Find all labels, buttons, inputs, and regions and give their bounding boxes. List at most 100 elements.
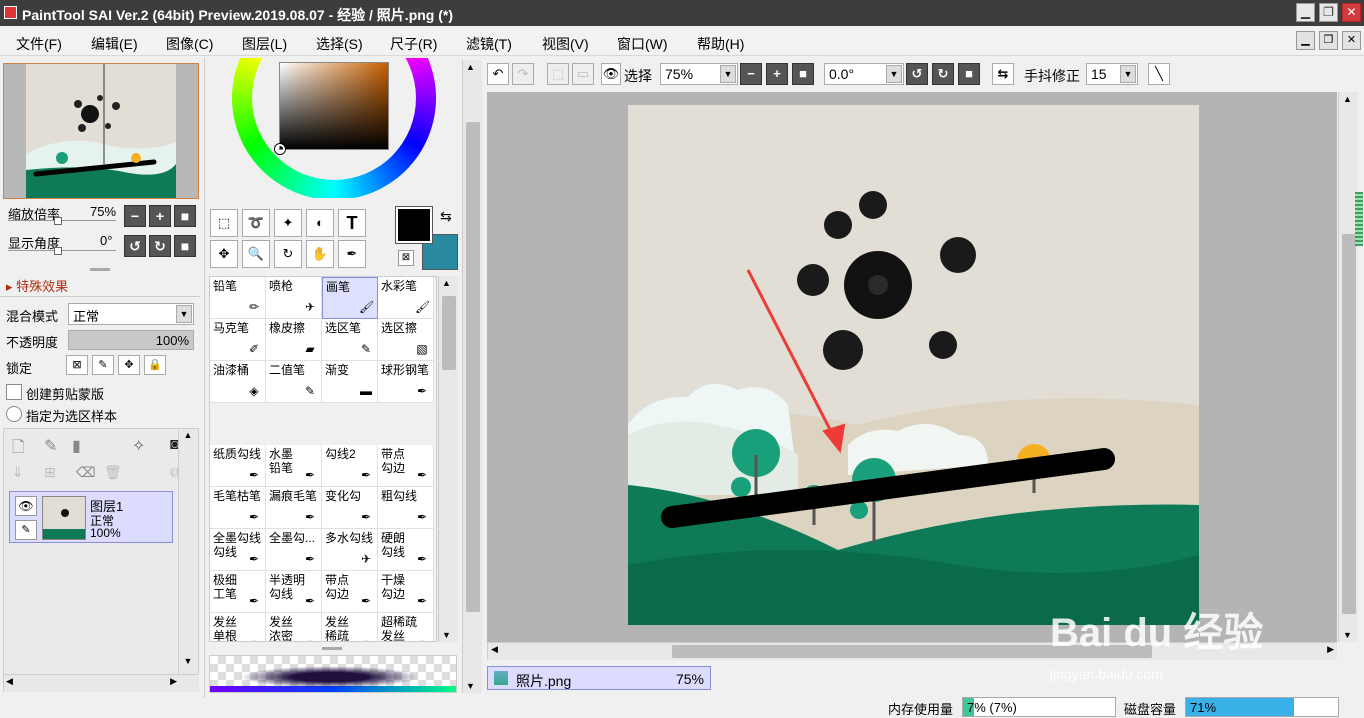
saturation-square[interactable] xyxy=(279,62,389,150)
brush-slot[interactable]: 干燥 勾边 ✒ xyxy=(378,571,434,613)
brush-slot[interactable]: 纸质勾线 ✒ xyxy=(210,445,266,487)
brush-slot[interactable]: 漏痕毛笔 ✒ xyxy=(266,487,322,529)
lock-all-icon[interactable]: 🔒 xyxy=(144,355,166,375)
brush-slot[interactable]: 渐变 ▬ xyxy=(322,361,378,403)
brush-slot[interactable] xyxy=(378,403,434,445)
lock-transparency-icon[interactable]: ⊠ xyxy=(66,355,88,375)
brush-scrollbar[interactable]: ▲ ▼ xyxy=(438,276,458,642)
menu-select[interactable]: 选择(S) xyxy=(316,34,363,54)
brush-slot[interactable]: 发丝 浓密 ✒ xyxy=(266,613,322,641)
brush-slot[interactable]: 毛笔枯笔 ✒ xyxy=(210,487,266,529)
brush-slot[interactable]: 水墨 铅笔 ✒ xyxy=(266,445,322,487)
angle-slider[interactable] xyxy=(8,250,116,251)
foreground-color-swatch[interactable] xyxy=(396,207,432,243)
rect-select-icon[interactable]: ⬚ xyxy=(210,209,238,237)
lock-paint-icon[interactable]: ✎ xyxy=(92,355,114,375)
scroll-right-icon[interactable]: ▶ xyxy=(170,676,177,687)
brush-slot[interactable]: 全墨勾线 勾线 ✒ xyxy=(210,529,266,571)
zoom-reset-button[interactable]: ■ xyxy=(174,205,196,227)
minimize-button[interactable]: ▁ xyxy=(1296,3,1315,22)
new-vector-layer-icon[interactable]: ✎ xyxy=(44,436,57,456)
brush-slot[interactable] xyxy=(322,403,378,445)
brush-slot[interactable]: 全墨勾... ✒ xyxy=(266,529,322,571)
hand-icon[interactable]: ✋ xyxy=(306,240,334,268)
brush-slot[interactable]: 带点 勾边 ✒ xyxy=(322,571,378,613)
brush-slot[interactable]: 马克笔 ✐ xyxy=(210,319,266,361)
layer-scrollbar[interactable]: ▲ ▼ xyxy=(178,430,197,674)
zoom-tool-icon[interactable]: 🔍 xyxy=(242,240,270,268)
brush-slot[interactable]: 半透明 勾线 ✒ xyxy=(266,571,322,613)
layer-hscrollbar[interactable]: ◀ ▶ xyxy=(3,674,199,692)
scroll-left-icon[interactable]: ◀ xyxy=(6,676,13,687)
scroll-down-icon[interactable]: ▼ xyxy=(181,656,195,672)
brush-slot[interactable]: 勾线2 ✒ xyxy=(322,445,378,487)
sample-radio[interactable] xyxy=(6,406,22,422)
lasso-icon[interactable]: ➰ xyxy=(242,209,270,237)
scroll-up-icon[interactable]: ▲ xyxy=(181,430,195,446)
scroll-up-icon[interactable]: ▲ xyxy=(1343,94,1352,104)
rotate-reset-button[interactable]: ■ xyxy=(174,235,196,257)
blend-mode-select[interactable]: 正常 ▼ xyxy=(68,303,194,325)
zoom-out-button[interactable]: − xyxy=(124,205,146,227)
canvas-vscrollbar[interactable]: ▲ ▼ xyxy=(1338,92,1358,642)
color-wheel[interactable] xyxy=(232,58,436,198)
scroll-down-icon[interactable]: ▼ xyxy=(466,681,475,691)
new-layer-icon[interactable]: 🗋 xyxy=(12,436,25,463)
canvas-zoom-out-button[interactable]: − xyxy=(740,63,762,85)
deselect-button[interactable]: ⬚ xyxy=(547,63,569,85)
layer-row[interactable]: 👁 ✎ 图层1 正常 100% xyxy=(9,491,173,543)
doc-minimize-button[interactable]: ▁ xyxy=(1296,31,1315,50)
brush-slot[interactable]: 粗勾线 ✒ xyxy=(378,487,434,529)
new-folder-icon[interactable]: ▮ xyxy=(72,436,81,456)
clear-layer-icon[interactable]: ⌫ xyxy=(76,464,96,481)
scroll-up-icon[interactable]: ▲ xyxy=(466,62,475,72)
menu-edit[interactable]: 编辑(E) xyxy=(91,34,138,54)
restore-button[interactable]: ❐ xyxy=(1319,3,1338,22)
menu-image[interactable]: 图像(C) xyxy=(166,34,213,54)
document-tab[interactable]: 照片.png 75% xyxy=(487,666,711,690)
swap-colors-icon[interactable]: ⇆ xyxy=(440,208,452,225)
doc-restore-button[interactable]: ❐ xyxy=(1319,31,1338,50)
zoom-slider-handle[interactable] xyxy=(54,217,62,225)
canvas-zoom-in-button[interactable]: + xyxy=(766,63,788,85)
lock-move-icon[interactable]: ✥ xyxy=(118,355,140,375)
transparent-color-icon[interactable]: ⊠ xyxy=(398,250,414,266)
eyedropper-icon[interactable]: ✒ xyxy=(338,240,366,268)
rotate-tool-icon[interactable]: ↻ xyxy=(274,240,302,268)
menu-file[interactable]: 文件(F) xyxy=(16,34,62,54)
brush-scroll-thumb[interactable] xyxy=(442,296,456,370)
stroke-line-icon[interactable]: ╲ xyxy=(1148,63,1170,85)
rotate-left-button[interactable]: ↺ xyxy=(124,235,146,257)
scroll-down-icon[interactable]: ▼ xyxy=(1343,630,1352,640)
selection-eye-icon[interactable]: 👁 xyxy=(601,63,621,85)
canvas-artwork[interactable] xyxy=(628,105,1199,625)
scroll-right-icon[interactable]: ▶ xyxy=(1327,644,1334,655)
brush-slot[interactable] xyxy=(210,403,266,445)
canvas-rotate-reset-button[interactable]: ■ xyxy=(958,63,980,85)
canvas-area[interactable] xyxy=(487,92,1337,642)
undo-button[interactable]: ↶ xyxy=(487,63,509,85)
brush-slot[interactable]: 极细 工笔 ✒ xyxy=(210,571,266,613)
rotate-right-button[interactable]: ↻ xyxy=(149,235,171,257)
navigator-preview[interactable] xyxy=(3,63,199,199)
clip-checkbox[interactable] xyxy=(6,384,22,400)
brush-slot[interactable] xyxy=(266,403,322,445)
shape-icon[interactable]: ◐ xyxy=(306,209,334,237)
menu-window[interactable]: 窗口(W) xyxy=(617,34,668,54)
brush-slot[interactable]: 硬朗 勾线 ✒ xyxy=(378,529,434,571)
canvas-rotate-left-button[interactable]: ↺ xyxy=(906,63,928,85)
close-button[interactable]: ✕ xyxy=(1342,3,1361,22)
brush-slot[interactable]: 多水勾线 ✈ xyxy=(322,529,378,571)
stabilizer-select[interactable]: 15 ▼ xyxy=(1086,63,1138,85)
brush-slot[interactable]: 油漆桶 ◈ xyxy=(210,361,266,403)
brush-slot[interactable]: 喷枪 ✈ xyxy=(266,277,322,319)
canvas-zoom-reset-button[interactable]: ■ xyxy=(792,63,814,85)
flip-icon[interactable]: ⇆ xyxy=(992,63,1014,85)
brush-slot[interactable]: 二值笔 ✎ xyxy=(266,361,322,403)
canvas-zoom-select[interactable]: 75% ▼ xyxy=(660,63,738,85)
angle-slider-handle[interactable] xyxy=(54,247,62,255)
panel-grip[interactable] xyxy=(90,268,110,271)
brush-slot[interactable]: 超稀疏 发丝✒ xyxy=(378,613,434,641)
text-tool-icon[interactable]: T xyxy=(338,209,366,237)
canvas-rotate-right-button[interactable]: ↻ xyxy=(932,63,954,85)
